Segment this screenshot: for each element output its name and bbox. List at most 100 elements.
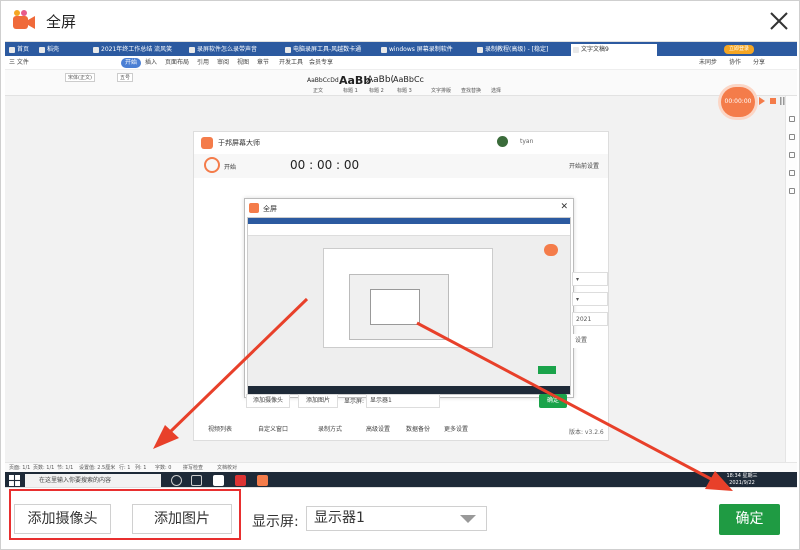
nested-side-item: ▾ [572,272,608,286]
recorder-app-icon [257,475,268,486]
ribbon-menu-item: 三 文件 [9,59,29,66]
nested-bottom-bar: 添加摄像头 添加图片 显示屏: 显示器1 确定 视频列表 自定义窗口 录制方式 … [194,382,608,440]
nested-tab: 更多设置 [444,426,469,433]
recorder-timer-badge: 00:00:00 [721,87,755,117]
add-image-button[interactable]: 添加图片 [132,504,232,534]
browser-tab: 电脑录屏工具-风越数卡通 [283,44,377,56]
avatar [497,136,508,147]
nested-tip: 开始前设置 [569,163,600,170]
ribbon-menu-item: 页面布局 [165,59,190,66]
windows-start-icon [9,475,20,486]
nested-tab: 高级设置 [366,426,391,433]
nested-window-level5 [370,289,420,325]
nested-start-label: 开始 [224,164,237,171]
dialog-title: 全屏 [46,13,77,31]
nested-label: 显示屏: [344,398,365,405]
taskbar-clock: 18:34 星期三 2021/9/22 [725,473,759,487]
clock-time: 18:34 星期三 [726,473,758,479]
nested-recorder-window: 于邦屏幕大师 tyan 开始 00 : 00 : 00 开始前设置 全屏 ✕ ▾… [193,131,609,441]
nested-fullscreen-window: 全屏 ✕ [244,198,574,398]
recorder-controls-icon [759,97,785,105]
nested-ribbon [248,224,570,236]
nested-timer: 00 : 00 : 00 [290,158,360,172]
style-label: 查找替换 [461,88,482,94]
screen-preview: 首页 稻壳 2021年终工作总结 流风笑 录屏软件怎么录带声音 电脑录屏工具-风… [5,41,797,488]
sidebar-tool-icon [789,152,795,158]
browser-tab: 稻壳 [37,44,89,56]
ribbon-menu-item: 分享 [753,59,766,66]
nested-select: 显示器1 [366,394,440,408]
nested-button: 添加摄像头 [246,394,290,408]
status-bar: 页面: 1/1 页数: 1/1 节: 1/1 设置值: 2.5厘米 行: 1 列… [5,462,797,472]
ribbon-menu-item: 插入 [145,59,158,66]
add-camera-button[interactable]: 添加摄像头 [14,504,111,534]
nested-version: 版本: v3.2.6 [569,429,604,436]
nested-confirm-button: 确定 [539,394,567,408]
nested-button: 添加图片 [298,394,338,408]
status-item: 文档校对 [217,465,238,471]
browser-tab: 录制教程(高级) - [稳定] [475,44,569,56]
ribbon-menu-item: 视图 [237,59,250,66]
nested-app-title: 于邦屏幕大师 [218,139,260,147]
style-label: 标题 3 [397,88,412,94]
style-label: 正文 [313,88,324,94]
nested-window-title: 全屏 [263,205,277,213]
nested-confirm-mark [538,366,556,374]
camera-app-icon [13,10,35,29]
nested-window-level3 [323,248,493,348]
status-item: 设置值: 2.5厘米 [79,465,116,471]
nested-tab: 录制方式 [318,426,343,433]
display-select-value: 显示器1 [314,510,365,526]
chevron-down-icon [460,515,476,523]
ribbon-menu-item: 未同步 [699,59,718,66]
ribbon-menu-item: 引用 [197,59,210,66]
close-icon[interactable] [767,9,791,33]
nested-tab: 自定义窗口 [258,426,289,433]
login-badge: 立即登录 [724,45,754,54]
status-item: 字数: 0 [155,465,172,471]
browser-tab: 首页 [7,44,35,56]
ribbon-menu-item: 审阅 [217,59,230,66]
display-label: 显示屏: [252,514,299,530]
style-label: 选择 [491,88,502,94]
display-select[interactable]: 显示器1 [306,506,487,531]
sidebar-tool-icon [789,116,795,122]
status-item: 节: 1/1 [57,465,74,471]
browser-tab: windows 屏幕录制软件 [379,44,473,56]
ribbon-menu-item: 开发工具 [279,59,304,66]
cortana-icon [171,475,182,486]
ribbon-menu: 三 文件 开始 插入 页面布局 引用 审阅 视图 章节 开发工具 会员专享 未同… [5,56,797,70]
confirm-button[interactable]: 确定 [719,504,780,535]
wps-icon [235,475,246,486]
nested-tab: 数据备份 [406,426,431,433]
browser-tab: 2021年终工作总结 流风笑 [91,44,185,56]
nested-app-icon [249,203,259,213]
font-name: 宋体(正文) [65,73,95,82]
sidebar-tool-icon [789,134,795,140]
title-bar: 全屏 [1,1,800,41]
style-label: 文字排版 [431,88,452,94]
ribbon-menu-item: 章节 [257,59,270,66]
task-view-icon [191,475,202,486]
nested-recorder-badge [544,244,558,256]
sidebar-tool-icon [789,188,795,194]
nested-app-icon [201,137,213,149]
status-item: 行: 1 [119,465,131,471]
status-item: 页面: 1/1 [9,465,31,471]
ribbon-menu-item: 协作 [729,59,742,66]
style-label: 标题 1 [343,88,358,94]
nested-tab: 视频列表 [208,426,233,433]
nested-user-name: tyan [520,138,534,145]
ribbon-menu-item: 开始 [121,58,142,68]
close-icon: ✕ [560,202,568,212]
ribbon-menu-item: 会员专享 [309,59,334,66]
status-item: 拼写检查 [183,465,204,471]
nested-side-item: ▾ [572,292,608,306]
browser-tab-active: 文字文稿9 [571,44,657,56]
nested-toolbar: 开始 00 : 00 : 00 开始前设置 [194,154,608,178]
browser-tab: 录屏软件怎么录带声音 [187,44,281,56]
right-sidebar [785,96,797,462]
style-label: 标题 2 [369,88,384,94]
status-item: 列: 1 [135,465,147,471]
clock-date: 2021/9/22 [729,480,755,486]
